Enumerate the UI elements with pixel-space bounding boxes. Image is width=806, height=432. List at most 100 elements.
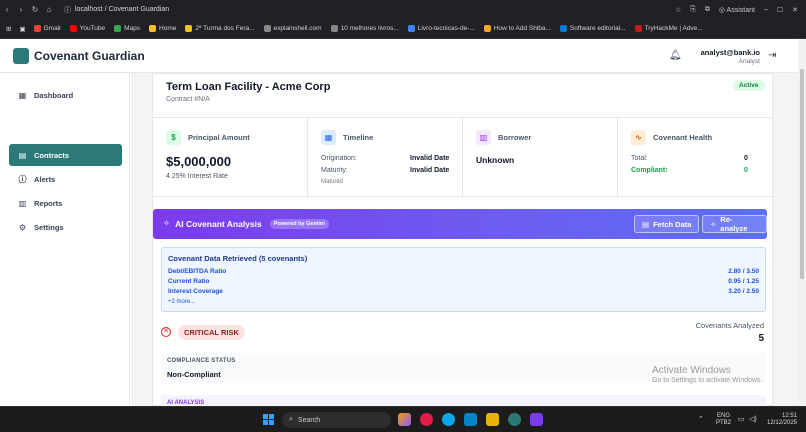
time: 12:51 [782,413,798,419]
bookmark-favicon-icon [407,25,415,32]
bookmark-item[interactable]: YouTube [69,25,105,32]
bookmarks-bar: ⊞ ▣ Gmail YouTube Maps Home 2ª Turma dos Fer… [0,19,806,39]
bar-chart-icon: ▥ [18,198,27,208]
reanalyze-button[interactable]: ✧ Re-analyze [702,215,767,233]
covenants-analyzed-value: 5 [758,333,764,344]
bookmark-favicon-icon [559,25,567,32]
user-info: analyst@bank.io Analyst [701,48,760,65]
bookmark-label: Gmail [43,25,61,32]
browser-icon[interactable] [508,413,521,426]
sidebar-item-label: Alerts [34,174,56,184]
fetch-data-button[interactable]: ▤ Fetch Data [634,215,700,233]
language-code: ENG [717,413,731,419]
sidebar-item-reports[interactable]: ▥ Reports [9,192,122,214]
maximize-icon[interactable]: ☐ [777,6,783,14]
windows-start-icon[interactable] [263,414,274,425]
x-circle-icon: ✕ [161,327,171,337]
home-icon[interactable]: ⌂ [42,5,56,14]
scrollbar-thumb[interactable] [800,69,804,279]
apps-icon[interactable]: ⊞ [6,25,11,33]
bookmark-label: 2ª Turma dos Fera... [195,25,255,32]
bookmark-item[interactable]: 2ª Turma dos Fera... [185,25,255,32]
bell-icon[interactable]: 🔔︎ [669,50,682,61]
sidebar-item-label: Reports [34,198,63,208]
minimize-icon[interactable]: – [764,6,768,13]
covenant-value: 3.20 / 2.50 [728,288,759,295]
sidebar-item-settings[interactable]: ⚙ Settings [9,216,122,238]
bookmark-favicon-icon [330,25,338,32]
bookmark-folder-icon[interactable]: ▣ [19,25,25,33]
covenant-value: 2.80 / 3.50 [728,268,759,275]
compliant-label: Compliant: [631,167,668,174]
bookmark-favicon-icon [185,25,193,32]
forward-icon[interactable]: › [14,5,28,14]
close-icon[interactable]: ✕ [792,6,798,14]
contract-card: Term Loan Facility - Acme Corp Contract … [152,73,774,406]
covenants-analyzed-label: Covenants Analyzed [695,321,764,330]
bookmark-label: explainshell.com [273,25,322,32]
star-icon[interactable]: ☆ [675,6,681,14]
media-app-icon[interactable] [420,413,433,426]
app-icon[interactable] [530,413,543,426]
covenant-name: Current Ratio [168,278,210,285]
covenant-name: Debt/EBITDA Ratio [168,268,227,275]
language-indicator[interactable]: ENG PTB2 [716,413,731,427]
assistant-icon: ◎ [718,6,725,14]
stat-timeline: ▦ Timeline Origination: Invalid Date Mat… [308,118,463,198]
total-value: 0 [744,155,748,162]
back-icon[interactable]: ‹ [0,5,14,14]
bookmark-item[interactable]: explainshell.com [263,25,322,32]
sidebar-item-alerts[interactable]: ⓘ Alerts [9,168,122,190]
sidebar-item-dashboard[interactable]: ▦ Dashboard [9,84,122,106]
bookmark-item[interactable]: TryHackMe | Adve... [634,25,703,32]
watermark-title: Activate Windows [652,365,731,376]
bookmark-item[interactable]: How to Add Shiba... [483,25,551,32]
fetch-data-label: Fetch Data [653,219,692,229]
ai-title: AI Covenant Analysis [175,218,262,229]
risk-badge: CRITICAL RISK [178,325,245,340]
bookmark-favicon-icon [149,25,157,32]
chevron-up-icon[interactable]: ⌃ [698,415,704,423]
scrollbar[interactable] [798,39,806,406]
origination-value: Invalid Date [410,155,450,162]
address-text: localhost / Covenant Guardian [75,6,170,13]
taskbar-search[interactable]: ⌕ Search [282,412,391,428]
file-explorer-icon[interactable] [486,413,499,426]
dollar-icon: $ [166,130,181,145]
stat-principal: $ Principal Amount $5,000,000 4.25% Inte… [153,118,308,198]
stat-label: Covenant Health [653,133,713,142]
more-covenants-link[interactable]: +2 more... [168,299,195,305]
keyboard-layout: PTB2 [716,420,732,426]
logout-icon[interactable]: ⇥ [768,50,776,61]
assistant-button[interactable]: ◎ Assistant [719,6,755,14]
borrower-value: Unknown [476,155,515,165]
volume-icon[interactable]: ◁) [749,415,757,423]
bookmark-item[interactable]: Livro-tecnicas-de-... [407,25,475,32]
activity-icon: ∿ [631,130,646,145]
bookmark-item[interactable]: Gmail [33,25,61,32]
reload-icon[interactable]: ↻ [28,5,42,14]
alert-icon: ⓘ [18,174,27,184]
system-tray: ⌃ [698,415,704,423]
share-icon[interactable]: ⎘ [690,6,696,14]
extensions-icon[interactable]: ⧉ [705,6,710,14]
bookmark-favicon-icon [114,25,122,32]
bookmark-item[interactable]: Software editorial... [559,25,626,32]
bookmark-item[interactable]: 10 melhores livros... [330,25,399,32]
bookmark-item[interactable]: Maps [114,25,140,32]
sidebar-item-label: Settings [34,222,64,232]
address-bar[interactable]: ⓘ localhost / Covenant Guardian [64,5,169,15]
stat-label: Borrower [498,133,532,142]
stats-row: $ Principal Amount $5,000,000 4.25% Inte… [153,117,774,198]
sidebar-item-contracts[interactable]: ▤ Contracts [9,144,122,166]
store-icon[interactable] [464,413,477,426]
copilot-icon[interactable] [398,413,411,426]
compliance-label: COMPLIANCE STATUS [167,358,236,364]
status-badge: Active [733,80,765,91]
site-info-icon[interactable]: ⓘ [64,5,71,15]
bookmark-item[interactable]: Home [149,25,176,32]
network-icon[interactable]: ▭ [738,415,745,423]
contract-number: Contract #N/A [166,96,210,103]
edge-icon[interactable] [442,413,455,426]
clock[interactable]: 12:51 12/12/2025 [767,413,797,427]
